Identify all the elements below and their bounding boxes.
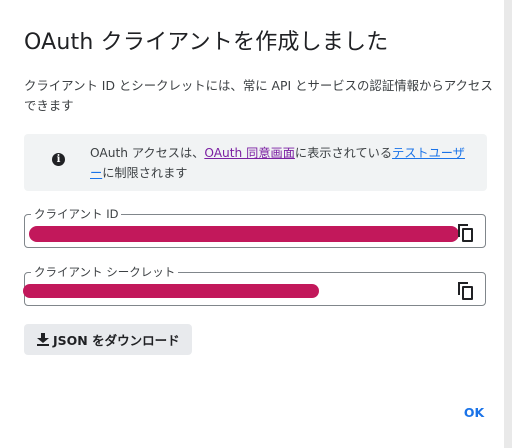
ok-button[interactable]: OK [456,400,492,426]
client-secret-field[interactable]: クライアント シークレット [23,265,486,306]
client-secret-redaction [23,284,319,298]
banner-text: OAuth アクセスは、OAuth 同意画面に表示されているテストユーザーに制限… [90,143,475,183]
client-id-label: クライアント ID [31,207,122,221]
oauth-client-created-dialog: OAuth クライアントを作成しました クライアント ID とシークレットには、… [0,0,504,448]
download-json-label: JSON をダウンロード [53,333,180,348]
copy-client-secret-icon[interactable] [458,282,473,300]
copy-client-id-icon[interactable] [458,224,473,242]
consent-screen-link[interactable]: OAuth 同意画面 [204,146,295,160]
download-icon [37,333,49,346]
client-id-redaction [29,226,459,242]
dialog-title: OAuth クライアントを作成しました [24,30,389,55]
download-json-button[interactable]: JSON をダウンロード [24,324,192,355]
info-banner: i OAuth アクセスは、OAuth 同意画面に表示されているテストユーザーに… [24,134,487,191]
info-icon: i [52,153,65,166]
banner-text-before: OAuth アクセスは、 [90,146,205,160]
banner-text-after: に制限されます [102,166,188,180]
banner-text-middle: に表示されている [294,146,393,160]
client-secret-label: クライアント シークレット [31,265,179,279]
client-id-field[interactable]: クライアント ID [24,207,486,248]
dialog-description: クライアント ID とシークレットには、常に API とサービスの認証情報からア… [24,78,493,113]
